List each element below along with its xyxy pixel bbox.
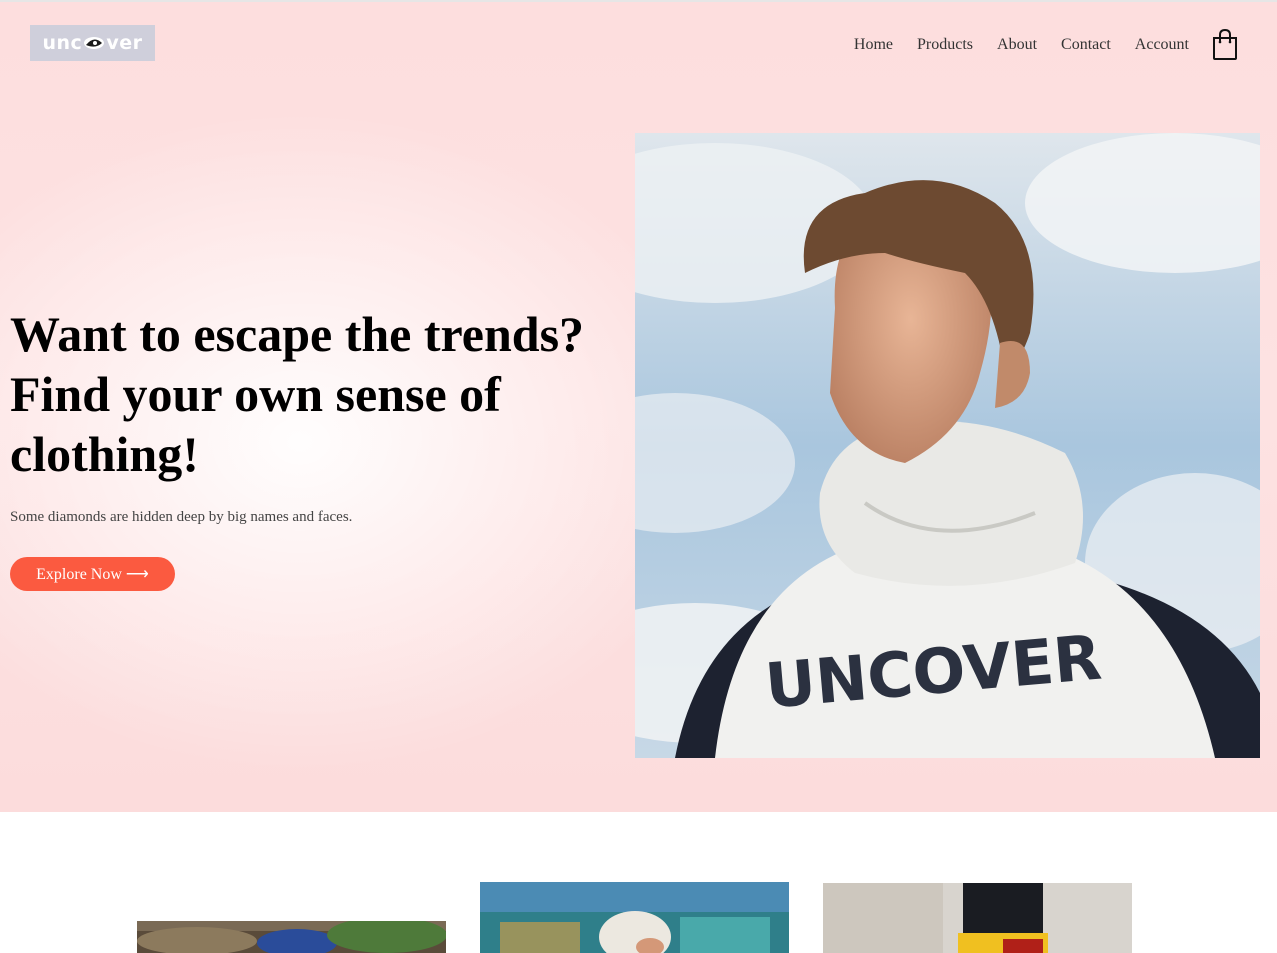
- nav-about[interactable]: About: [997, 35, 1037, 55]
- explore-now-button[interactable]: Explore Now ⟶: [10, 557, 175, 591]
- hero-subtext: Some diamonds are hidden deep by big nam…: [10, 509, 353, 525]
- product-thumb-2[interactable]: [480, 882, 789, 953]
- nav-account[interactable]: Account: [1135, 35, 1189, 55]
- nav-home[interactable]: Home: [854, 35, 893, 55]
- hero-headline: Want to escape the trends? Find your own…: [10, 306, 585, 482]
- logo-text-right: ver: [106, 32, 143, 54]
- nav-contact[interactable]: Contact: [1061, 35, 1111, 55]
- brand-logo[interactable]: unc ver: [30, 25, 155, 61]
- logo-text-left: unc: [42, 32, 83, 54]
- nav-products[interactable]: Products: [917, 35, 973, 55]
- shopping-bag-icon[interactable]: [1212, 28, 1238, 61]
- product-thumb-3[interactable]: [823, 883, 1132, 953]
- main-nav: Home Products About Contact Account: [830, 35, 1189, 55]
- product-thumb-1[interactable]: [137, 921, 446, 953]
- hero-model-image: UNCOVER: [635, 133, 1260, 758]
- logo-eye-icon: [84, 37, 105, 49]
